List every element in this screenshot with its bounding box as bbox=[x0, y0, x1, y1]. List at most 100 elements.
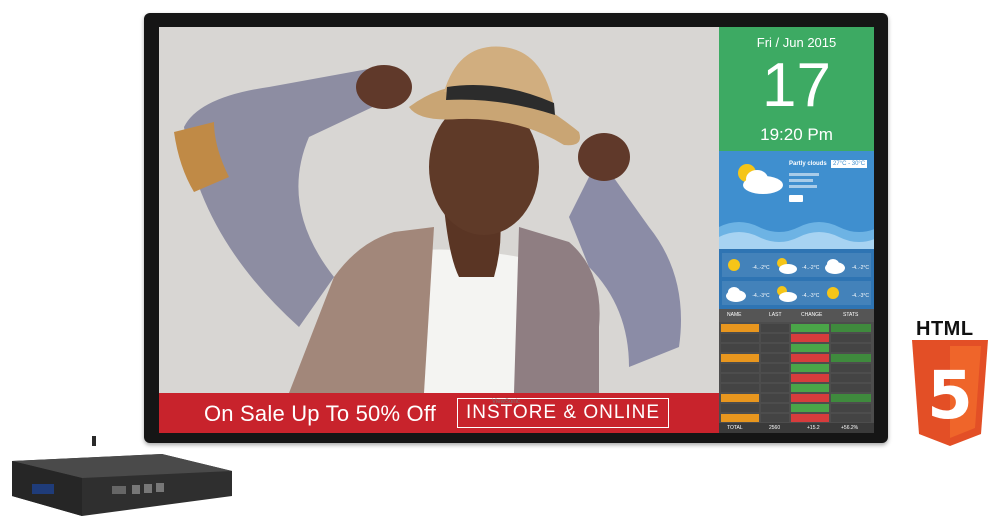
sun-icon bbox=[827, 287, 840, 299]
stock-cell bbox=[831, 394, 871, 402]
stock-cell bbox=[791, 404, 829, 412]
stock-cell bbox=[761, 394, 789, 402]
sun-cloud-icon bbox=[776, 286, 797, 302]
forecast-temp: -4..-2°C bbox=[752, 265, 770, 271]
weather-detail-line bbox=[789, 173, 819, 176]
stocks-table: NAME LAST CHANGE STATS TOTAL 2560 +15.2 … bbox=[719, 309, 874, 433]
forecast-grid: -4..-2°C -4..-2°C -4..-2°C -4..-3°C -4..-3°C… bbox=[722, 253, 871, 305]
stock-row bbox=[719, 353, 874, 363]
widget-sidebar: Fri / Jun 2015 17 19:20 Pm Partly clouds… bbox=[719, 27, 874, 433]
clock-date: Fri / Jun 2015 bbox=[756, 35, 837, 50]
stock-cell bbox=[791, 324, 829, 332]
stock-row bbox=[719, 403, 874, 413]
signage-screen: On Sale Up To 50% Off INSTORE & ONLINE F… bbox=[159, 27, 874, 433]
total-stats: +56.2% bbox=[841, 425, 859, 431]
col-header-stats: STATS bbox=[843, 312, 859, 318]
stock-cell bbox=[791, 364, 829, 372]
forecast-cell: -4..-2°C bbox=[722, 253, 772, 277]
forecast-widget: -4..-2°C -4..-2°C -4..-2°C -4..-3°C -4..-3°C… bbox=[719, 249, 874, 309]
promo-banner: On Sale Up To 50% Off INSTORE & ONLINE bbox=[159, 393, 719, 433]
sale-text: On Sale Up To 50% Off bbox=[204, 401, 437, 426]
stock-cell bbox=[791, 384, 829, 392]
wave-decoration bbox=[719, 222, 874, 249]
forecast-cell: -4..-3°C bbox=[821, 281, 871, 305]
forecast-temp: -4..-3°C bbox=[752, 293, 770, 299]
stock-row bbox=[719, 393, 874, 403]
sun-cloud-icon bbox=[776, 258, 797, 274]
clock-time: 19:20 Pm bbox=[760, 125, 833, 144]
stock-row bbox=[719, 383, 874, 393]
stock-cell bbox=[761, 384, 789, 392]
stock-cell bbox=[831, 414, 871, 422]
stock-row bbox=[719, 413, 874, 423]
total-last: 2560 bbox=[769, 425, 781, 431]
stock-cell bbox=[831, 334, 871, 342]
stock-cell bbox=[721, 414, 759, 422]
stock-cell bbox=[761, 354, 789, 362]
forecast-cell: -4..-2°C bbox=[821, 253, 871, 277]
weather-detail-line bbox=[789, 179, 813, 182]
monitor-brand: ViewSonic bbox=[492, 399, 520, 405]
stock-cell bbox=[721, 394, 759, 402]
col-header-last: LAST bbox=[769, 312, 782, 318]
weather-widget: Partly clouds 27°C - 30°C bbox=[719, 151, 874, 249]
html5-shield-icon: 5 bbox=[912, 340, 988, 446]
stock-cell bbox=[791, 344, 829, 352]
stocks-total-row: TOTAL 2560 +15.2 +56.2% bbox=[719, 423, 874, 433]
stock-cell bbox=[791, 334, 829, 342]
weather-temp-range: 27°C - 30°C bbox=[831, 160, 868, 168]
html5-label: HTML bbox=[916, 318, 974, 340]
forecast-cell: -4..-3°C bbox=[771, 281, 822, 305]
stock-cell bbox=[761, 414, 789, 422]
forecast-temp: -4..-3°C bbox=[802, 293, 820, 299]
col-header-change: CHANGE bbox=[801, 312, 823, 318]
stock-row bbox=[719, 373, 874, 383]
stock-cell bbox=[831, 374, 871, 382]
stock-cell bbox=[761, 374, 789, 382]
total-change: +15.2 bbox=[807, 425, 820, 431]
forecast-temp: -4..-2°C bbox=[802, 265, 820, 271]
weather-badge bbox=[789, 195, 803, 202]
weather-detail-line bbox=[789, 185, 817, 188]
stock-cell bbox=[831, 354, 871, 362]
stock-cell bbox=[831, 324, 871, 332]
stock-cell bbox=[721, 324, 759, 332]
sun-icon bbox=[728, 259, 740, 271]
stock-cell bbox=[721, 384, 759, 392]
sun-cloud-icon bbox=[738, 164, 783, 194]
media-player bbox=[12, 436, 232, 516]
stock-cell bbox=[791, 394, 829, 402]
col-header-name: NAME bbox=[727, 312, 742, 318]
forecast-temp: -4..-2°C bbox=[851, 265, 869, 271]
stock-cell bbox=[721, 334, 759, 342]
stock-cell bbox=[831, 364, 871, 372]
stock-cell bbox=[791, 374, 829, 382]
stock-cell bbox=[831, 344, 871, 352]
total-name: TOTAL bbox=[727, 425, 743, 431]
stock-cell bbox=[761, 364, 789, 372]
weather-condition: Partly clouds bbox=[789, 161, 827, 167]
stock-cell bbox=[761, 404, 789, 412]
forecast-temp: -4..-3°C bbox=[851, 293, 869, 299]
forecast-cell: -4..-2°C bbox=[771, 253, 822, 277]
stock-cell bbox=[831, 404, 871, 412]
stock-cell bbox=[721, 354, 759, 362]
stock-cell bbox=[721, 374, 759, 382]
stock-cell bbox=[831, 384, 871, 392]
stock-cell bbox=[721, 344, 759, 352]
clock-day: 17 bbox=[762, 51, 831, 120]
stock-row bbox=[719, 343, 874, 353]
stock-cell bbox=[721, 364, 759, 372]
forecast-cell: -4..-3°C bbox=[722, 281, 772, 305]
stock-cell bbox=[791, 414, 829, 422]
clock-widget: Fri / Jun 2015 17 19:20 Pm bbox=[719, 27, 874, 151]
stock-cell bbox=[761, 344, 789, 352]
html5-glyph: 5 bbox=[927, 357, 973, 434]
stock-cell bbox=[761, 324, 789, 332]
stock-row bbox=[719, 363, 874, 373]
stocks-header-row: NAME LAST CHANGE STATS bbox=[719, 309, 874, 322]
channel-label: INSTORE & ONLINE bbox=[457, 398, 670, 428]
cloud-icon bbox=[726, 287, 746, 302]
cloud-icon bbox=[825, 259, 846, 274]
stock-row bbox=[719, 323, 874, 333]
